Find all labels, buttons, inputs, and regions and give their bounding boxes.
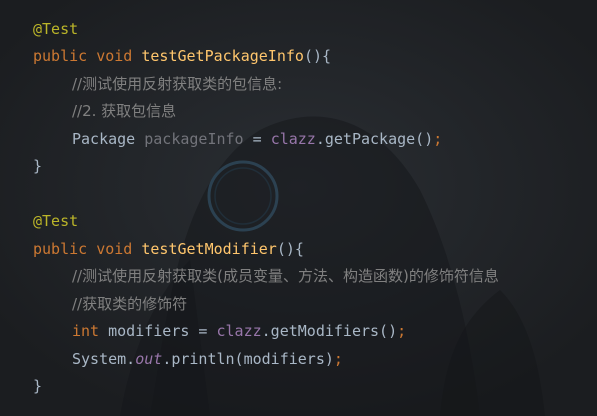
class-system: System.	[72, 350, 136, 368]
assign-operator: =	[243, 130, 271, 148]
keyword-public: public	[33, 240, 88, 258]
comment-line: //测试使用反射获取类(成员变量、方法、构造函数)的修饰符信息	[72, 267, 499, 285]
keyword-public: public	[33, 47, 88, 65]
comment-line: //测试使用反射获取类的包信息:	[72, 75, 283, 93]
call-get-package: .getPackage()	[315, 130, 434, 148]
call-println: .println(modifiers)	[162, 350, 334, 368]
code-line-4: //2. 获取包信息	[33, 100, 176, 122]
variable-package-info: packageInfo	[144, 130, 244, 148]
method-name-get-package-info: testGetPackageInfo	[141, 47, 304, 65]
code-line-3: //测试使用反射获取类的包信息:	[33, 73, 282, 95]
semicolon: ;	[333, 350, 343, 368]
method-open-brace: (){	[276, 240, 304, 258]
code-line-8: @Test	[33, 210, 78, 232]
type-package: Package	[72, 130, 136, 148]
annotation-test: @Test	[33, 20, 79, 38]
keyword-void: void	[96, 240, 133, 258]
code-line-10: //测试使用反射获取类(成员变量、方法、构造函数)的修饰符信息	[33, 265, 499, 287]
method-close-brace: }	[33, 157, 43, 175]
call-get-modifiers: .getModifiers()	[261, 322, 398, 340]
semicolon: ;	[433, 130, 443, 148]
keyword-int: int	[72, 322, 100, 340]
field-clazz: clazz	[270, 130, 316, 148]
code-line-1: @Test	[33, 18, 78, 40]
code-line-2: public void testGetPackageInfo(){	[33, 45, 331, 67]
method-close-brace: }	[33, 377, 43, 395]
code-line-11: //获取类的修饰符	[33, 293, 187, 315]
code-line-9: public void testGetModifier(){	[33, 238, 304, 260]
code-line-14: }	[33, 375, 42, 397]
static-field-out: out	[135, 350, 163, 368]
keyword-void: void	[96, 47, 133, 65]
variable-modifiers-decl: modifiers =	[99, 322, 217, 340]
semicolon: ;	[397, 322, 407, 340]
code-line-13: System.out.println(modifiers);	[33, 348, 343, 370]
code-line-6: }	[33, 155, 42, 177]
annotation-test: @Test	[33, 212, 79, 230]
code-line-12: int modifiers = clazz.getModifiers();	[33, 320, 406, 342]
field-clazz: clazz	[216, 322, 262, 340]
code-line-5: Package packageInfo = clazz.getPackage()…	[33, 128, 442, 150]
method-open-brace: (){	[303, 47, 332, 65]
comment-line: //获取类的修饰符	[72, 295, 188, 313]
method-name-get-modifier: testGetModifier	[141, 240, 277, 258]
code-editor[interactable]: @Test public void testGetPackageInfo(){ …	[0, 0, 597, 416]
comment-line: //2. 获取包信息	[72, 102, 177, 120]
